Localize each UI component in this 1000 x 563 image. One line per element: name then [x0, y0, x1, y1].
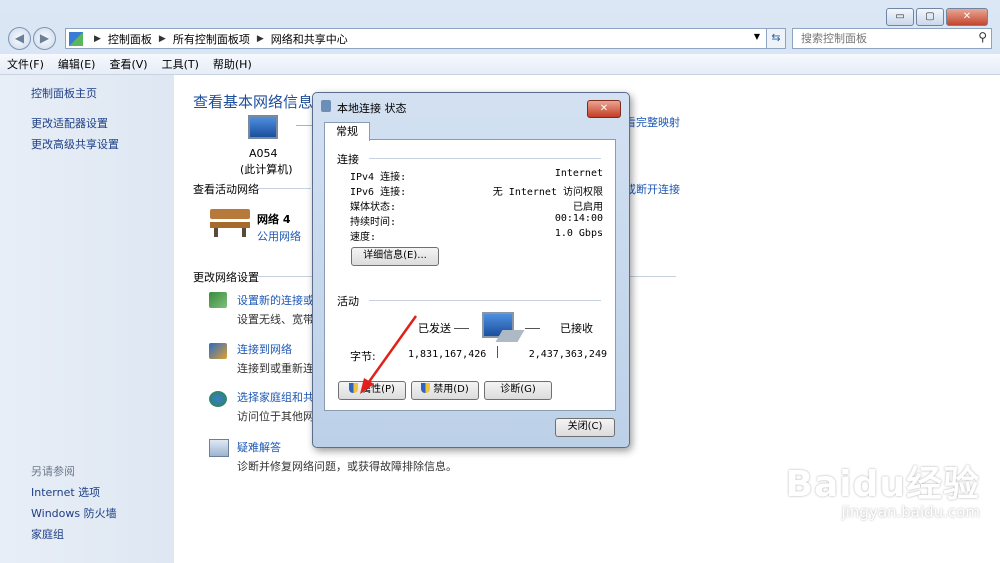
bytes-divider	[497, 346, 498, 358]
search-input[interactable]	[799, 29, 973, 48]
network-type-link[interactable]: 公用网络	[257, 228, 301, 244]
minimize-button[interactable]: ▭	[886, 8, 914, 26]
breadcrumb-arrow-icon[interactable]: ▶	[94, 34, 101, 44]
breadcrumb-network-center[interactable]: 网络和共享中心	[271, 31, 348, 47]
see-also-homegroup[interactable]: 家庭组	[31, 526, 64, 542]
address-dropdown-icon[interactable]: ▼	[754, 32, 760, 41]
received-label: 已接收	[560, 322, 593, 335]
menu-bar: 文件(F) 编辑(E) 查看(V) 工具(T) 帮助(H)	[0, 54, 1000, 75]
see-also-firewall[interactable]: Windows 防火墙	[31, 505, 117, 521]
breadcrumb-arrow-icon[interactable]: ▶	[257, 34, 264, 44]
media-state-label: 媒体状态:	[350, 202, 397, 213]
duration-label: 持续时间:	[350, 217, 397, 228]
homegroup-icon	[209, 391, 227, 407]
sidebar-item-home[interactable]: 控制面板主页	[31, 85, 97, 101]
ipv4-value: Internet	[554, 168, 603, 179]
received-dash	[525, 328, 540, 329]
annotation-arrow	[360, 315, 418, 394]
connect-network-icon	[209, 343, 227, 359]
change-settings-heading: 更改网络设置	[193, 271, 259, 284]
watermark-logo: Baidu经验	[785, 464, 980, 505]
network-name: 网络 4	[257, 213, 291, 226]
breadcrumb-control-panel[interactable]: 控制面板	[108, 31, 152, 47]
divider	[253, 188, 311, 189]
close-window-button[interactable]: ✕	[946, 8, 988, 26]
window-controls: ▭ ▢ ✕	[886, 8, 988, 26]
forward-arrow-icon[interactable]: ▶	[33, 27, 56, 50]
divider	[369, 300, 601, 301]
active-network-heading: 查看活动网络	[193, 183, 259, 196]
sidebar-item-adapter[interactable]: 更改适配器设置	[31, 115, 108, 131]
diagnose-button[interactable]: 诊断(G)	[484, 381, 552, 400]
full-map-link[interactable]: 看完整映射	[625, 114, 680, 130]
menu-file[interactable]: 文件(F)	[0, 56, 51, 72]
control-panel-icon	[69, 31, 83, 46]
menu-edit[interactable]: 编辑(E)	[51, 56, 103, 72]
network-adapter-icon	[321, 100, 331, 112]
setting-connect-network[interactable]: 连接到网络	[237, 341, 292, 357]
disconnect-link[interactable]: 或断开连接	[625, 181, 680, 197]
speed-label: 速度:	[350, 232, 377, 243]
maximize-button[interactable]: ▢	[916, 8, 944, 26]
dialog-close-icon[interactable]: ✕	[587, 100, 621, 118]
disable-button-label: 禁用(D)	[433, 384, 469, 395]
ipv6-label: IPv6 连接:	[350, 187, 407, 198]
duration-value: 00:14:00	[554, 213, 603, 224]
back-arrow-icon[interactable]: ◀	[8, 27, 31, 50]
divider	[369, 158, 601, 159]
tab-general[interactable]: 常规	[324, 122, 370, 141]
bytes-received-value: 2,437,363,249	[528, 349, 607, 360]
dialog-title: 本地连接 状态	[337, 102, 407, 115]
breadcrumb-all-items[interactable]: 所有控制面板项	[173, 31, 250, 47]
setting-troubleshoot[interactable]: 疑难解答	[237, 439, 281, 455]
address-bar[interactable]: ▶ 控制面板 ▶ 所有控制面板项 ▶ 网络和共享中心 ▼	[65, 28, 767, 49]
ipv6-value: 无 Internet 访问权限	[492, 187, 603, 198]
speed-value: 1.0 Gbps	[554, 228, 603, 239]
see-also-internet-options[interactable]: Internet 选项	[31, 484, 100, 500]
dialog-close-button[interactable]: 关闭(C)	[555, 418, 615, 437]
sent-dash	[454, 328, 469, 329]
computer-subtitle: (此计算机)	[240, 163, 293, 176]
details-button[interactable]: 详细信息(E)...	[351, 247, 439, 266]
connection-heading: 连接	[337, 153, 359, 166]
search-icon[interactable]: ⚲	[978, 30, 987, 44]
menu-view[interactable]: 查看(V)	[102, 56, 154, 72]
nav-buttons: ◀ ▶	[8, 27, 56, 50]
bench-icon	[210, 209, 250, 237]
computer-name: A054	[249, 147, 278, 160]
troubleshoot-icon	[209, 439, 229, 457]
setting-troubleshoot-desc: 诊断并修复网络问题，或获得故障排除信息。	[237, 460, 457, 473]
sidebar-item-sharing[interactable]: 更改高级共享设置	[31, 136, 119, 152]
ipv4-label: IPv4 连接:	[350, 172, 407, 183]
menu-help[interactable]: 帮助(H)	[206, 56, 259, 72]
watermark: Baidu经验 jingyan.baidu.com	[786, 455, 980, 521]
activity-heading: 活动	[337, 295, 359, 308]
activity-keyboard-icon	[495, 330, 525, 342]
refresh-icon[interactable]: ⇆	[766, 28, 786, 49]
page-title: 查看基本网络信息并	[193, 93, 329, 111]
new-connection-icon	[209, 292, 227, 308]
breadcrumb-arrow-icon[interactable]: ▶	[159, 34, 166, 44]
computer-icon	[248, 115, 278, 139]
sidebar: 控制面板主页 更改适配器设置 更改高级共享设置 另请参阅 Internet 选项…	[0, 75, 174, 563]
see-also-heading: 另请参阅	[31, 465, 75, 478]
menu-tools[interactable]: 工具(T)	[155, 56, 206, 72]
search-box[interactable]: ⚲	[792, 28, 992, 49]
media-state-value: 已启用	[573, 202, 603, 213]
